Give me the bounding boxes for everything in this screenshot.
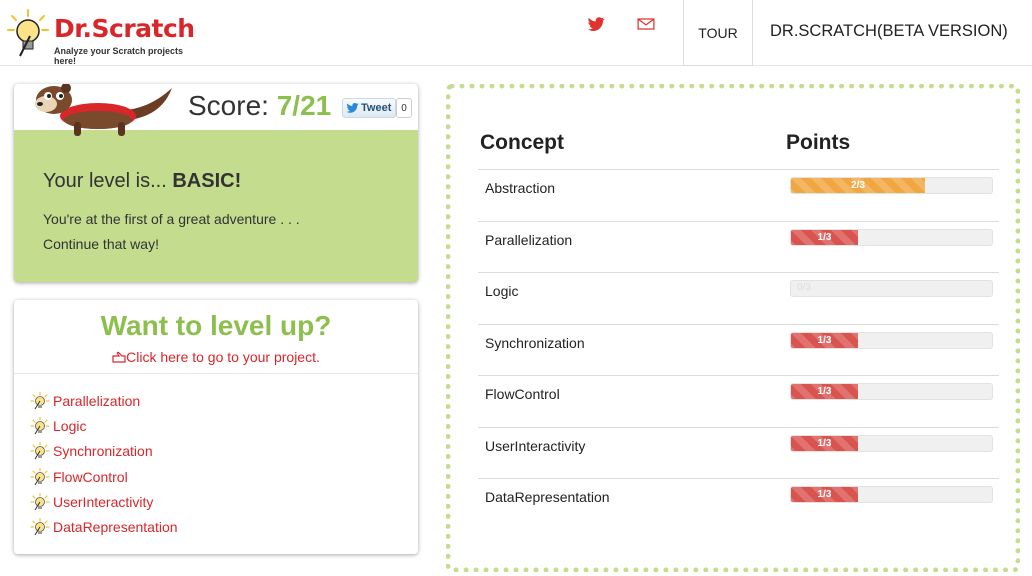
logo-title: Dr.Scratch — [54, 14, 195, 43]
twitter-icon[interactable] — [586, 14, 606, 34]
level-heading: Your level is... BASIC! — [43, 170, 241, 193]
points-progress-fill: 1/3 — [791, 435, 858, 451]
table-row: UserInteractivity 1/3 — [478, 426, 999, 478]
points-progress-fill: 1/3 — [791, 229, 858, 245]
suggestion-link[interactable]: FlowControl — [30, 464, 178, 489]
concept-name: DataRepresentation — [485, 489, 610, 505]
lightbulb-icon — [30, 467, 50, 485]
suggestion-link[interactable]: Logic — [30, 413, 178, 438]
score-value: 7/21 — [276, 90, 332, 121]
points-progress-fill: 2/3 — [791, 178, 925, 193]
points-progress-fill: 1/3 — [791, 487, 858, 502]
score-label: Score: — [188, 90, 269, 121]
points-progress-label: 0/3 — [797, 282, 811, 293]
suggestion-list: Parallelization Logic Synchronization FlowC… — [30, 388, 178, 540]
mascot-ferret-image — [35, 84, 172, 136]
top-navbar: Dr.Scratch Analyze your Scratch projects… — [0, 0, 1032, 66]
level-value: BASIC! — [172, 170, 242, 192]
beta-version-link[interactable]: DR.SCRATCH(BETA VERSION) — [770, 22, 1008, 41]
points-progress-fill: 1/3 — [791, 332, 858, 348]
concept-name: Synchronization — [485, 334, 585, 351]
column-header-points: Points — [786, 131, 851, 154]
points-progress-bar: 1/3 — [790, 486, 993, 503]
tweet-count: 0 — [396, 98, 412, 118]
lightbulb-icon — [7, 9, 49, 57]
concept-points-table: Concept Points Abstraction 2/3 Paralleliza… — [446, 84, 1020, 572]
lightbulb-icon — [30, 416, 50, 435]
suggestion-label: Logic — [53, 417, 87, 434]
suggestion-link[interactable]: Parallelization — [30, 388, 178, 413]
dr-scratch-logo[interactable]: Dr.Scratch Analyze your Scratch projects… — [6, 8, 206, 66]
go-to-project-label: Click here to go to your project. — [126, 349, 320, 365]
score-header: Score: 7/21 Tweet 0 — [14, 84, 418, 136]
pointing-hand-icon — [112, 351, 126, 363]
suggestion-label: Synchronization — [53, 443, 153, 460]
suggestion-link[interactable]: Synchronization — [30, 439, 178, 464]
points-progress-bar: 0/3 — [790, 280, 993, 297]
suggestion-label: FlowControl — [53, 468, 128, 485]
score-display: Score: 7/21 — [188, 90, 331, 122]
concept-name: Logic — [485, 283, 519, 299]
level-up-card: Want to level up? Click here to go to yo… — [14, 300, 418, 554]
points-progress-bar: 1/3 — [790, 228, 993, 246]
table-row: Synchronization 1/3 — [478, 323, 999, 375]
concept-name: FlowControl — [485, 386, 560, 402]
level-prefix: Your level is... — [43, 170, 167, 192]
tweet-label: Tweet — [361, 102, 392, 114]
level-message-line1: You're at the first of a great adventure… — [43, 211, 300, 227]
suggestion-link[interactable]: DataRepresentation — [30, 514, 178, 539]
divider — [14, 373, 418, 374]
lightbulb-icon — [30, 391, 50, 409]
table-row: DataRepresentation 1/3 — [478, 478, 999, 529]
points-progress-bar: 1/3 — [790, 331, 993, 349]
table-row: Abstraction 2/3 — [478, 169, 999, 220]
column-header-concept: Concept — [480, 131, 564, 154]
suggestion-label: DataRepresentation — [53, 519, 178, 536]
concept-name: Abstraction — [485, 180, 556, 196]
suggestion-label: Parallelization — [53, 392, 141, 409]
level-up-title: Want to level up? — [100, 310, 332, 341]
lightbulb-icon — [30, 518, 50, 536]
go-to-project-link[interactable]: Click here to go to your project. — [14, 349, 418, 365]
suggestion-link[interactable]: UserInteractivity — [30, 489, 178, 514]
level-message-line2: Continue that way! — [43, 236, 159, 252]
lightbulb-icon — [30, 492, 50, 511]
lightbulb-icon — [30, 442, 50, 460]
twitter-bird-icon — [347, 103, 359, 113]
mail-icon[interactable] — [636, 14, 656, 34]
table-row: FlowControl 1/3 — [478, 375, 999, 426]
tour-button[interactable]: TOUR — [683, 0, 753, 66]
score-card: Score: 7/21 Tweet 0 Your level is... BAS… — [14, 84, 418, 282]
tweet-button[interactable]: Tweet — [342, 98, 397, 118]
concept-name: Parallelization — [485, 231, 573, 248]
concept-name: UserInteractivity — [485, 437, 586, 454]
points-progress-bar: 2/3 — [790, 177, 993, 194]
suggestion-label: UserInteractivity — [53, 493, 154, 510]
points-progress-bar: 1/3 — [790, 383, 993, 400]
logo-subtitle: Analyze your Scratch projects here! — [54, 46, 184, 66]
table-row: Logic 0/3 — [478, 272, 999, 323]
points-progress-bar: 1/3 — [790, 434, 993, 452]
table-row: Parallelization 1/3 — [478, 220, 999, 272]
points-progress-fill: 1/3 — [791, 384, 858, 399]
